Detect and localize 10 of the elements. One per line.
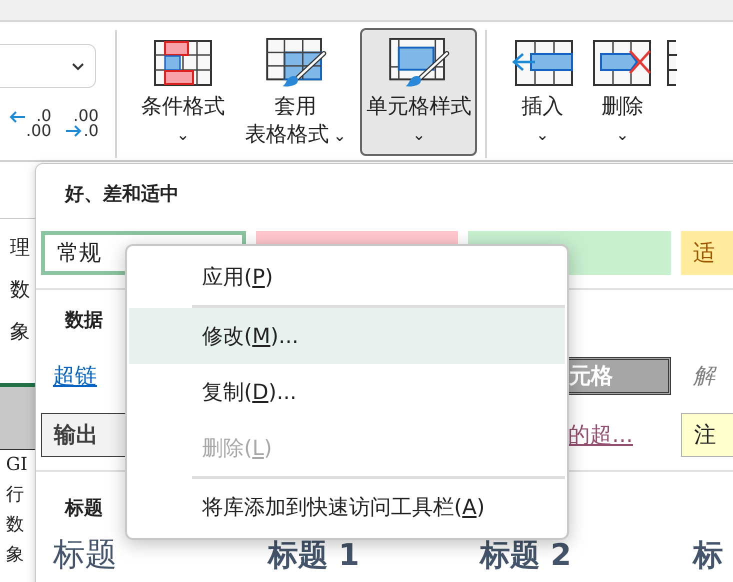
sheet-cell-text: 象 bbox=[10, 318, 30, 345]
sheet-cell-text: 理 bbox=[10, 234, 30, 261]
sheet-cell-text: 数 bbox=[6, 513, 24, 537]
sheet-cell-text: GI bbox=[6, 453, 28, 477]
sheet-cell-text: 象 bbox=[6, 543, 24, 567]
section-title: 标题 bbox=[65, 496, 103, 520]
sheet-cell-text: 数 bbox=[10, 276, 30, 303]
section-title: 数据 bbox=[65, 308, 103, 332]
section-title: 好、差和适中 bbox=[65, 182, 179, 206]
sheet-cell-text: 行 bbox=[6, 483, 24, 507]
